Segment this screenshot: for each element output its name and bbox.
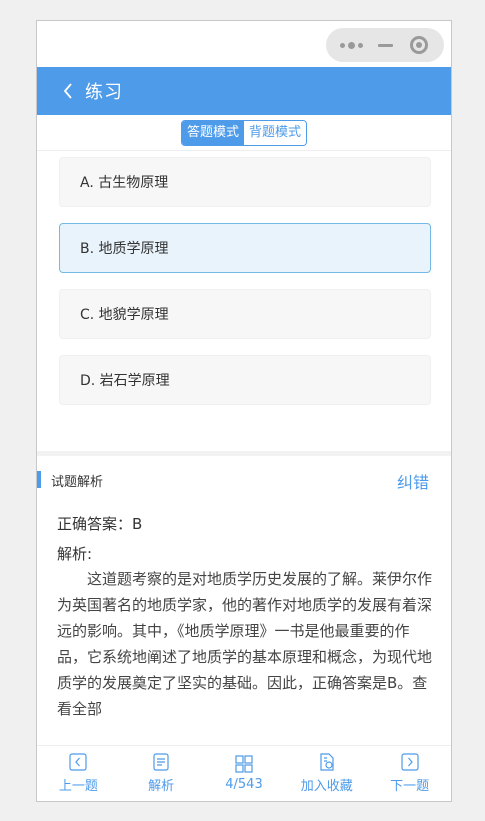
option-c[interactable]: C. 地貌学原理	[59, 289, 431, 339]
analysis-label: 解析:	[57, 545, 93, 563]
prev-question-button[interactable]: 上一题	[38, 753, 118, 794]
mode-switch: 答题模式 背题模式	[180, 119, 308, 146]
next-question-label: 下一题	[390, 779, 430, 794]
favorite-icon	[318, 753, 336, 771]
analysis-text: 这道题考察的是对地质学历史发展的了解。莱伊尔作为英国著名的地质学家，他的著作对地…	[57, 566, 433, 722]
analysis-button[interactable]: 解析	[121, 753, 201, 794]
analysis-header: 试题解析 纠错	[37, 469, 451, 493]
target-icon	[410, 36, 428, 54]
close-miniprogram-button[interactable]	[404, 30, 434, 60]
bottom-nav: 上一题 解析 4/543 加入收藏 下一题	[37, 745, 451, 801]
more-menu-button[interactable]	[336, 30, 366, 60]
report-error-link[interactable]: 纠错	[397, 469, 429, 493]
minimize-button[interactable]	[370, 30, 400, 60]
back-button[interactable]	[53, 83, 83, 99]
phone-screen: 练习 答题模式 背题模式 A. 古生物原理 B. 地质学原理 C. 地貌学原理 …	[36, 20, 452, 802]
question-index-label: 4/543	[225, 777, 263, 792]
analysis-title: 试题解析	[51, 475, 104, 490]
accent-bar	[37, 471, 41, 488]
next-icon	[400, 753, 419, 771]
minus-icon	[377, 43, 393, 47]
prev-question-label: 上一题	[58, 779, 98, 794]
next-question-button[interactable]: 下一题	[370, 753, 450, 794]
option-d[interactable]: D. 岩石学原理	[59, 355, 431, 405]
question-index-button[interactable]: 4/543	[204, 755, 284, 792]
option-a[interactable]: A. 古生物原理	[59, 157, 431, 207]
document-icon	[152, 753, 170, 771]
chevron-left-icon	[63, 83, 72, 99]
page-title: 练习	[85, 82, 123, 103]
header-bar: 练习	[37, 67, 451, 115]
add-favorite-button[interactable]: 加入收藏	[287, 753, 367, 794]
option-b[interactable]: B. 地质学原理	[59, 223, 431, 273]
more-dots-icon	[339, 41, 363, 49]
tab-answer-mode[interactable]: 答题模式	[181, 120, 244, 145]
add-favorite-label: 加入收藏	[300, 779, 353, 794]
prev-icon	[69, 753, 87, 771]
correct-answer: 正确答案：B	[57, 515, 143, 533]
options-list: A. 古生物原理 B. 地质学原理 C. 地貌学原理 D. 岩石学原理	[59, 157, 431, 421]
grid-icon	[235, 755, 253, 773]
section-divider	[37, 451, 451, 456]
mode-bar: 答题模式 背题模式	[37, 115, 451, 151]
analysis-body: 这道题考察的是对地质学历史发展的了解。莱伊尔作为英国著名的地质学家，他的著作对地…	[57, 570, 433, 692]
miniprogram-capsule	[326, 28, 444, 62]
tab-recite-mode[interactable]: 背题模式	[244, 120, 307, 145]
analysis-nav-label: 解析	[148, 779, 175, 794]
